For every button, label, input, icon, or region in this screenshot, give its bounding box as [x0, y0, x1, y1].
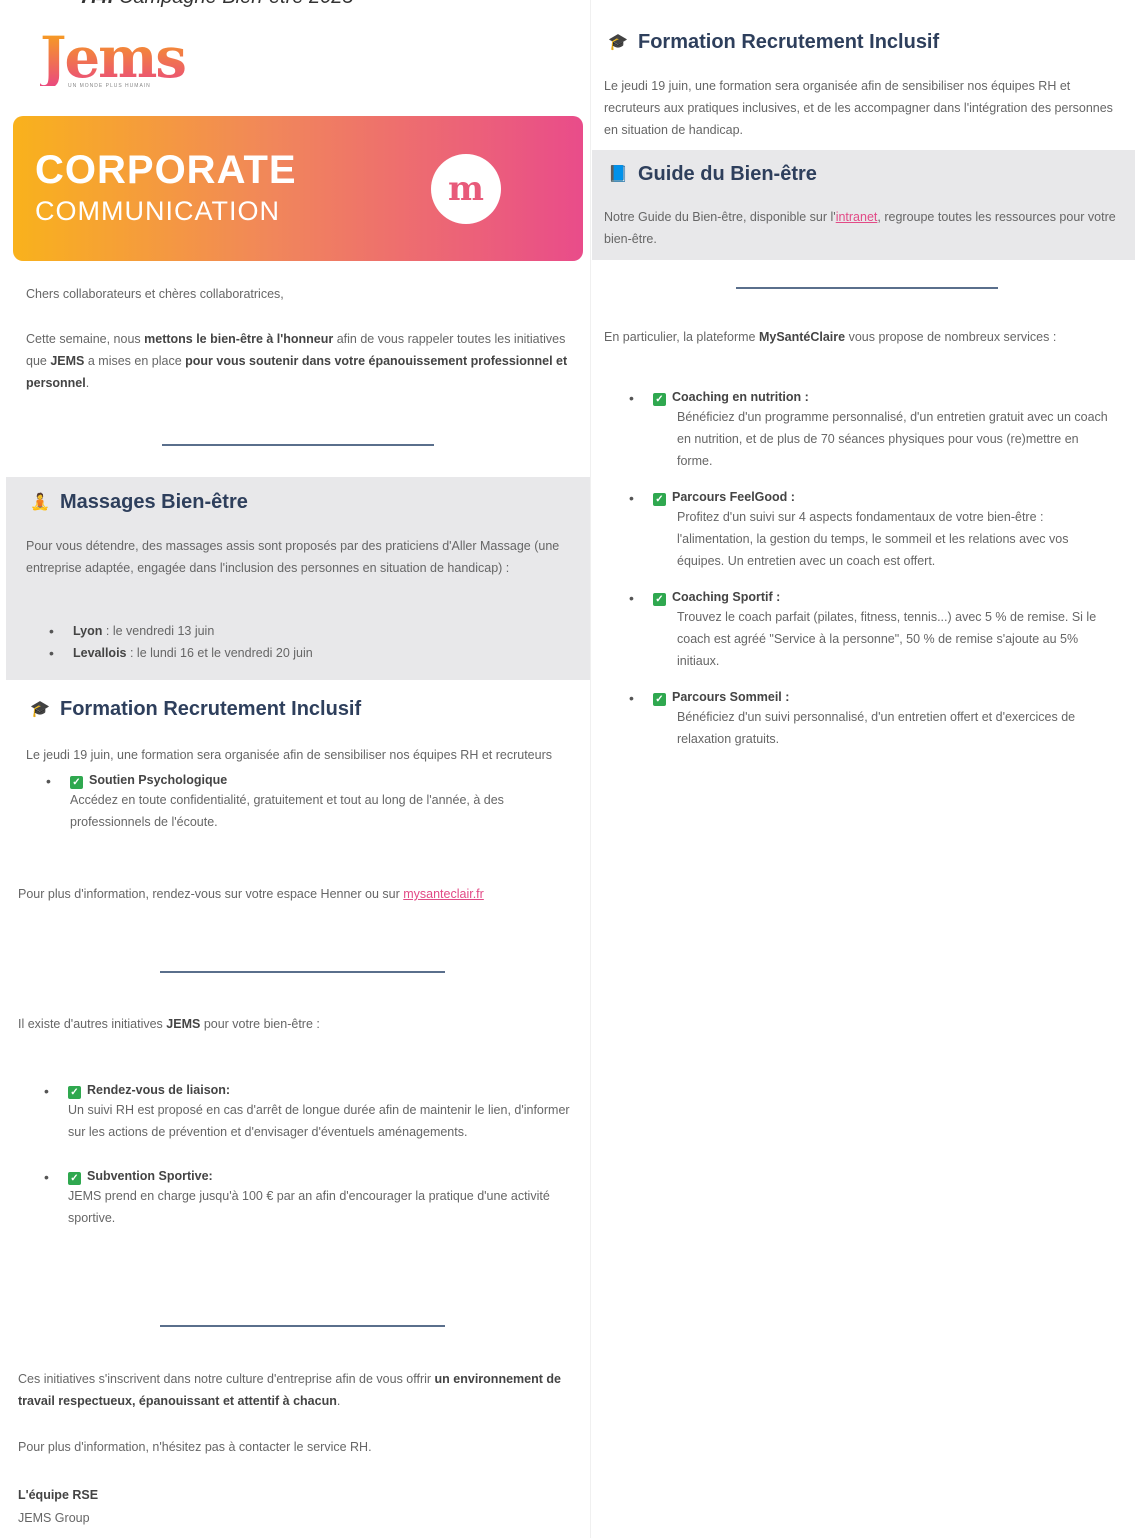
- list-item: • ✓ Subvention Sportive: JEMS prend en ch…: [44, 1169, 550, 1225]
- separator: [736, 287, 998, 289]
- formation-text: Le jeudi 19 juin, une formation sera org…: [26, 748, 552, 762]
- greeting: Chers collaborateurs et chères collabora…: [26, 287, 284, 301]
- document-caption: 7.4. Campagne Bien-être 2025: [80, 0, 354, 9]
- check-icon: ✓: [653, 393, 666, 406]
- culture-paragraph: Ces initiatives s'inscrivent dans notre …: [18, 1372, 561, 1408]
- jems-logo: Jems: [40, 25, 185, 91]
- info-henner: Pour plus d'information, rendez-vous sur…: [18, 887, 484, 901]
- list-item: • ✓ Parcours FeelGood : Profitez d'un sui…: [629, 490, 1069, 568]
- separator: [160, 1325, 445, 1327]
- platform-intro: En particulier, la plateforme MySantéCla…: [604, 330, 1057, 344]
- services-list: • ✓ Coaching en nutrition : Bénéficiez d'…: [629, 390, 1113, 750]
- check-icon: ✓: [653, 593, 666, 606]
- formation-heading: 🎓 Formation Recrutement Inclusif: [30, 698, 362, 720]
- separator: [162, 444, 434, 446]
- list-item: • Lyon : le vendredi 13 juin: [49, 623, 215, 639]
- signature-team: L'équipe RSE: [18, 1488, 99, 1502]
- signature-company: JEMS Group: [18, 1511, 90, 1525]
- person-meditating-icon: 🧘: [30, 493, 50, 511]
- soutien-list: • ✓ Soutien Psychologique Accédez en tout…: [46, 773, 585, 833]
- autres-intro: Il existe d'autres initiatives JEMS pour…: [18, 1017, 320, 1031]
- list-item: • ✓ Parcours Sommeil : Bénéficiez d'un su…: [629, 690, 1076, 746]
- m-logo-badge: m: [431, 154, 501, 224]
- list-item: • ✓ Coaching en nutrition : Bénéficiez d'…: [629, 390, 1108, 468]
- autres-list: • ✓ Rendez-vous de liaison: Un suivi RH e…: [44, 1083, 588, 1229]
- massages-section: 🧘 Massages Bien-être Pour vous détendre,…: [6, 477, 590, 680]
- massages-list: • Lyon : le vendredi 13 juin • Levallois :…: [49, 620, 573, 664]
- guide-section: 📘 Guide du Bien-être Notre Guide du Bien…: [592, 150, 1135, 260]
- formation-text: Le jeudi 19 juin, une formation sera org…: [604, 79, 1113, 137]
- massages-text: Pour vous détendre, des massages assis s…: [26, 539, 560, 575]
- check-icon: ✓: [653, 693, 666, 706]
- mysanteclair-link[interactable]: mysanteclair.fr: [403, 887, 484, 901]
- logo-tagline: UN MONDE PLUS HUMAIN: [68, 83, 151, 89]
- graduation-cap-icon: 🎓: [608, 33, 628, 51]
- check-icon: ✓: [68, 1172, 81, 1185]
- list-item: • ✓ Rendez-vous de liaison: Un suivi RH e…: [44, 1083, 570, 1139]
- check-icon: ✓: [70, 776, 83, 789]
- list-item: • Levallois : le lundi 16 et le vendredi …: [49, 645, 313, 661]
- column-divider: [590, 0, 591, 1538]
- guide-text: Notre Guide du Bien-être, disponible sur…: [604, 210, 1116, 246]
- list-item: • ✓ Soutien Psychologique Accédez en tout…: [46, 773, 504, 829]
- massages-heading: 🧘 Massages Bien-être: [30, 491, 248, 513]
- intranet-link[interactable]: intranet: [836, 210, 878, 224]
- list-item: • ✓ Coaching Sportif : Trouvez le coach p…: [629, 590, 1097, 668]
- guide-heading: 📘 Guide du Bien-être: [608, 163, 817, 185]
- graduation-cap-icon: 🎓: [30, 700, 50, 718]
- banner-subtitle: COMMUNICATION: [35, 196, 280, 226]
- formation-section-left: 🎓 Formation Recrutement Inclusif Le jeud…: [6, 680, 590, 764]
- caption-number: 7.4.: [80, 0, 113, 8]
- caption-title: Campagne Bien-être 2025: [119, 0, 354, 8]
- banner-title: CORPORATE: [35, 148, 297, 192]
- formation-section-right: 🎓 Formation Recrutement Inclusif Le jeud…: [592, 15, 1135, 150]
- check-icon: ✓: [68, 1086, 81, 1099]
- book-icon: 📘: [608, 165, 628, 183]
- separator: [160, 971, 445, 973]
- corporate-banner: CORPORATE COMMUNICATION m: [13, 116, 583, 261]
- info-rh: Pour plus d'information, n'hésitez pas à…: [18, 1440, 372, 1454]
- intro-paragraph: Cette semaine, nous mettons le bien-être…: [26, 332, 568, 390]
- formation-heading: 🎓 Formation Recrutement Inclusif: [608, 31, 940, 53]
- check-icon: ✓: [653, 493, 666, 506]
